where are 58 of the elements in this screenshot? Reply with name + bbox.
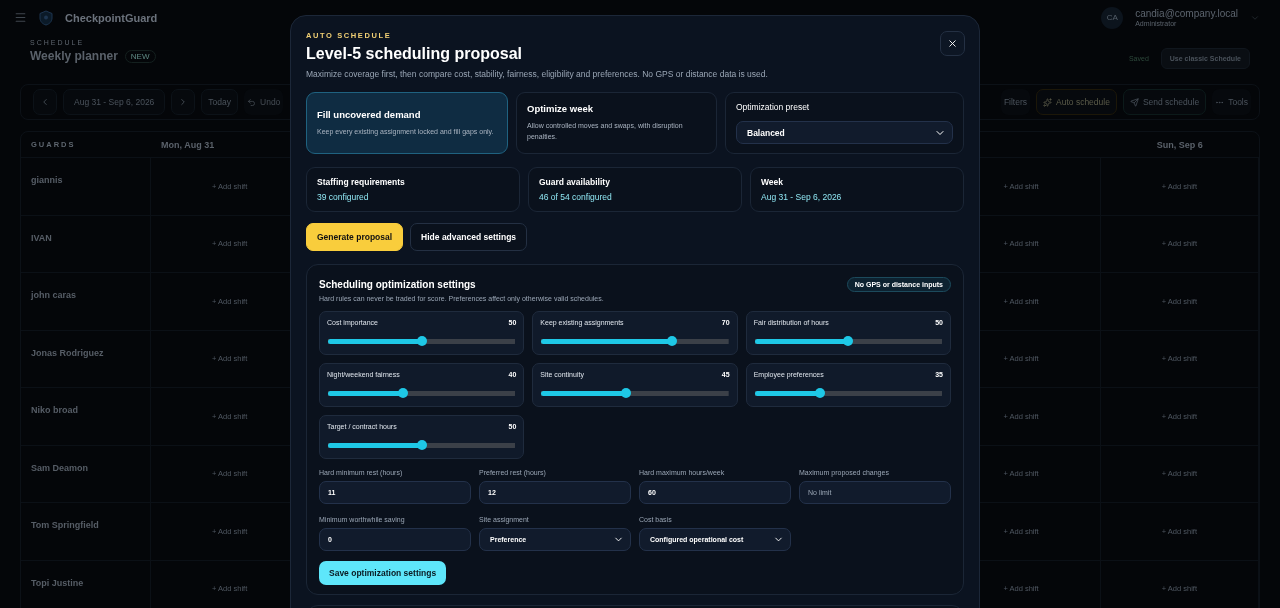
generate-button[interactable]: Generate proposal [306, 223, 404, 251]
guard-name: Sam Deamon [31, 462, 89, 473]
guard-name: Tom Springfield [31, 520, 99, 530]
today-button[interactable]: Today [201, 89, 239, 115]
column-heading: Mon, Aug 31 [161, 139, 215, 150]
save-settings-button[interactable]: Save optimization settings [319, 561, 447, 585]
user-avatar: CA [1101, 6, 1124, 29]
guard-name: john caras [31, 290, 77, 300]
stat-value: Aug 31 - Sep 6, 2026 [761, 192, 843, 202]
app-name: CheckpointGuard [65, 11, 158, 24]
slider-track[interactable] [328, 336, 516, 346]
preset-select[interactable]: Balanced [736, 121, 953, 144]
filters-button[interactable]: Filters [1000, 89, 1031, 115]
shield-logo-icon [39, 9, 53, 26]
chevron-left-icon [40, 97, 50, 107]
slider-thumb[interactable] [620, 388, 631, 398]
guard-name: Topi Justine [31, 577, 84, 588]
dialog-description: Maximize coverage first, then compare cost, stability, fairness, eligibility and preferences. No GPS or distance data is used. [306, 69, 769, 79]
slider-track[interactable] [754, 336, 942, 346]
stat-value: 39 configured [317, 192, 370, 202]
slider-thumb[interactable] [416, 440, 427, 450]
slider-track[interactable] [541, 388, 729, 398]
panel-title: Scheduling optimization settings [319, 279, 476, 290]
undo-button[interactable]: Undo [244, 89, 284, 115]
close-button[interactable] [940, 31, 965, 56]
column-heading: Sun, Sep 6 [1156, 139, 1203, 150]
tools-button[interactable]: Tools [1212, 89, 1251, 115]
guard-name: Niko broad [31, 405, 78, 415]
undo-icon [247, 97, 257, 107]
mode-title: Optimize week [527, 103, 594, 114]
slider-track[interactable] [754, 388, 942, 398]
guard-name: giannis [31, 175, 63, 185]
auto-schedule-button[interactable]: Auto schedule [1036, 89, 1117, 115]
stat-label: Guard availability [539, 177, 611, 187]
settings-toggle-button[interactable]: Hide advanced settings [410, 223, 528, 251]
stat-label: Week [761, 177, 785, 187]
slider-thumb[interactable] [416, 336, 427, 346]
guard-name: Jonas Rodriguez [31, 347, 104, 358]
slider-track[interactable] [328, 440, 516, 450]
user-email: candia@company.local [1135, 8, 1238, 19]
stat-label: Staffing requirements [317, 177, 406, 187]
close-icon [947, 38, 958, 49]
slider-thumb[interactable] [843, 336, 854, 346]
dialog-title: Level-5 scheduling proposal [306, 45, 524, 63]
send-schedule-button[interactable]: Send schedule [1122, 89, 1207, 115]
date-range-button[interactable]: Aug 31 - Sep 6, 2026 [63, 89, 166, 115]
mode-title: Fill uncovered demand [317, 109, 422, 120]
slider-thumb[interactable] [397, 388, 408, 398]
slider-track[interactable] [328, 388, 516, 398]
slider-track[interactable] [541, 336, 729, 346]
sparkles-icon [1043, 97, 1053, 107]
page-title: Weekly planner [30, 49, 118, 63]
send-icon [1129, 97, 1139, 107]
slider-thumb[interactable] [667, 336, 678, 346]
slider-thumb[interactable] [815, 388, 826, 398]
preset-label: Optimization preset [736, 102, 811, 112]
guard-name: IVAN [31, 232, 52, 243]
stat-value: 46 of 54 configured [539, 192, 613, 202]
